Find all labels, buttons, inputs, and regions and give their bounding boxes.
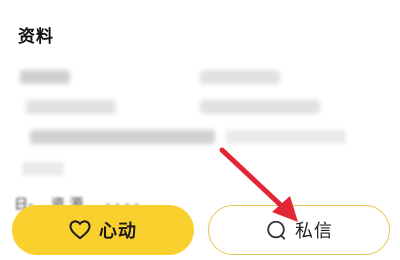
blurred-field-label [30, 130, 215, 144]
blurred-field-value [200, 70, 280, 84]
like-button[interactable]: 心动 [12, 205, 194, 255]
like-button-label: 心动 [99, 221, 137, 242]
profile-section-title: 资料 [18, 27, 54, 47]
heart-outline-icon [69, 220, 91, 240]
blurred-field-label [20, 70, 70, 84]
blurred-field-label [26, 100, 116, 114]
blurred-field-value [226, 130, 346, 144]
blurred-field-label [22, 162, 64, 176]
message-button-label: 私信 [295, 221, 333, 242]
chat-bubble-icon [265, 219, 287, 241]
message-button[interactable]: 私信 [208, 205, 390, 255]
blurred-field-value [200, 100, 320, 114]
